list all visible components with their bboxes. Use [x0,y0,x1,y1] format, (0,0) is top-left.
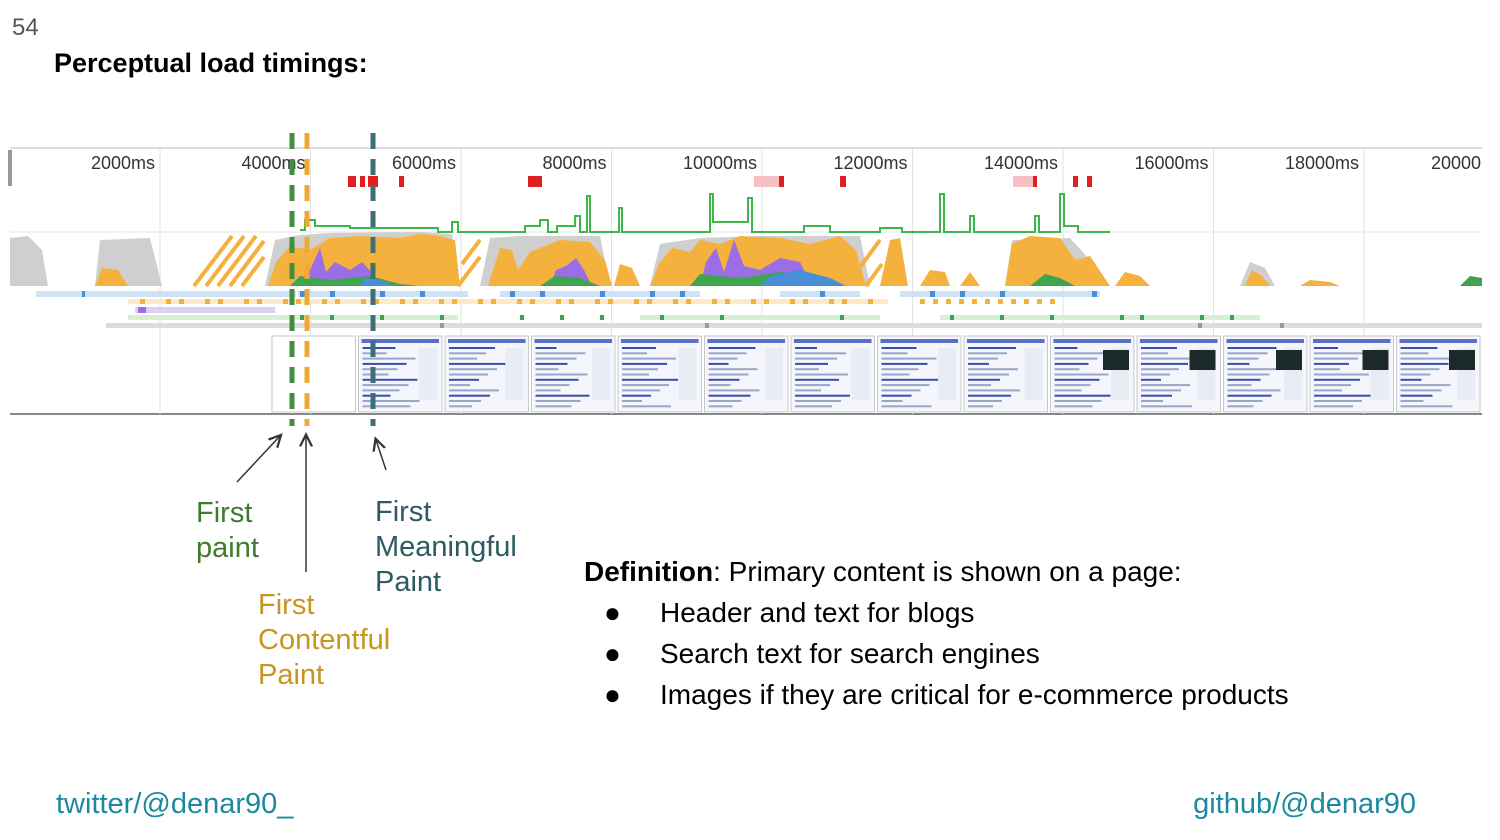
first-meaningful-paint-label: First Meaningful Paint [375,496,517,598]
first-paint-label: First paint [196,497,259,564]
bullet-item: ● Header and text for blogs [604,595,1289,636]
bullet-dot-icon: ● [604,597,621,628]
definition-text: Definition: Primary content is shown on … [584,554,1182,590]
bullet-item: ● Search text for search engines [604,636,1289,677]
bullet-dot-icon: ● [604,679,621,710]
definition-body: : Primary content is shown on a page: [713,556,1182,587]
definition-term: Definition [584,556,714,587]
twitter-handle[interactable]: twitter/@denar90_ [56,788,293,821]
definition-bullets: ● Header and text for blogs ● Search text … [604,595,1289,718]
first-paint-arrow [236,436,280,483]
github-handle[interactable]: github/@denar90 [1193,788,1416,821]
bullet-dot-icon: ● [604,638,621,669]
bullet-item: ● Images if they are critical for e-comme… [604,677,1289,718]
first-meaningful-paint-arrow [376,440,387,471]
first-contentful-paint-label: First Contentful Paint [258,589,391,691]
